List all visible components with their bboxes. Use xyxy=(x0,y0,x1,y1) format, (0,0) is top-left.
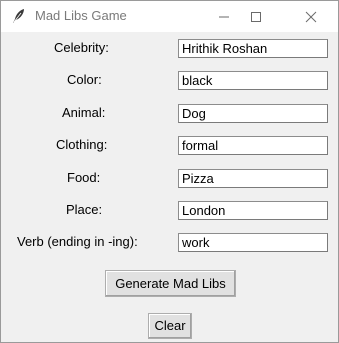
window-title: Mad Libs Game xyxy=(35,8,127,23)
celebrity-label: Celebrity: xyxy=(54,40,109,55)
feather-icon xyxy=(10,8,26,24)
maximize-button[interactable] xyxy=(233,1,279,32)
animal-label: Animal: xyxy=(62,105,106,120)
minimize-icon xyxy=(219,16,229,18)
color-input[interactable] xyxy=(178,71,328,90)
clothing-label: Clothing: xyxy=(56,137,108,152)
food-input[interactable] xyxy=(178,169,328,188)
app-window: Mad Libs Game Celebrity: Color: Animal: … xyxy=(0,0,339,343)
place-input[interactable] xyxy=(178,201,328,220)
animal-input[interactable] xyxy=(178,104,328,123)
celebrity-input[interactable] xyxy=(178,39,328,58)
close-icon xyxy=(305,11,317,23)
clear-button[interactable]: Clear xyxy=(148,313,192,339)
verb-input[interactable] xyxy=(178,233,328,252)
verb-label: Verb (ending in -ing): xyxy=(17,234,138,249)
color-label: Color: xyxy=(67,72,102,87)
food-label: Food: xyxy=(67,170,101,185)
maximize-icon xyxy=(251,12,261,22)
generate-mad-libs-button[interactable]: Generate Mad Libs xyxy=(105,270,236,297)
title-bar[interactable]: Mad Libs Game xyxy=(1,1,338,32)
close-button[interactable] xyxy=(288,1,334,32)
clothing-input[interactable] xyxy=(178,136,328,155)
place-label: Place: xyxy=(66,202,103,217)
